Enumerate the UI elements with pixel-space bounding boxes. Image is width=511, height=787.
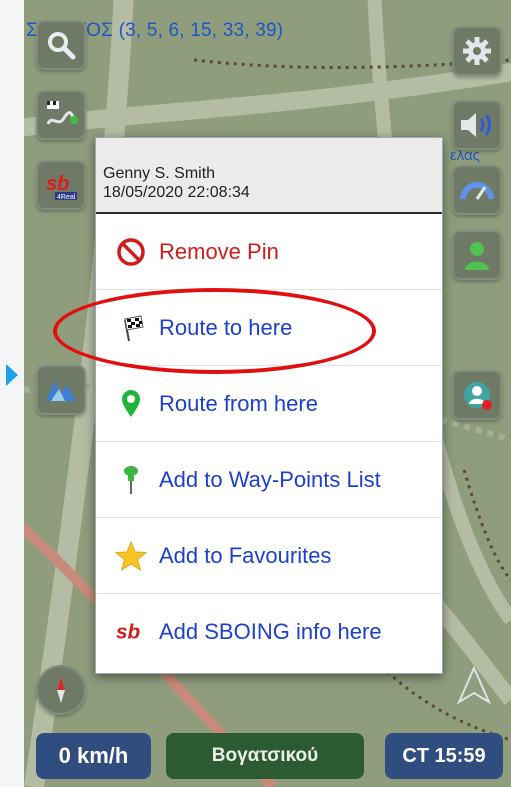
push-pin-icon	[115, 464, 147, 496]
user-icon	[462, 239, 492, 271]
search-icon	[46, 30, 76, 60]
menu-item-add-sboing-info[interactable]: sb Add SBOING info here	[96, 594, 442, 670]
sboing-logo-icon: sb	[115, 616, 147, 648]
svg-text:sb: sb	[116, 621, 141, 644]
meeting-button[interactable]	[452, 370, 502, 420]
menu-item-label: Add SBOING info here	[159, 619, 382, 644]
checkered-flag-icon	[115, 312, 147, 344]
sboing-4real-icon: sb 4Real	[43, 168, 79, 202]
user-button[interactable]	[452, 230, 502, 280]
pin-info-header: Genny S. Smith 18/05/2020 22:08:34	[96, 138, 442, 214]
menu-item-label: Route to here	[159, 314, 293, 340]
speedometer-icon	[460, 175, 494, 205]
sboing-button[interactable]: sb 4Real	[36, 160, 86, 210]
poi-icon	[43, 375, 79, 405]
screen: ΣΤΥΡΓΟΣ (3, 5, 6, 15, 33, 39) ελας sb 4Re…	[0, 0, 511, 787]
route-icon	[44, 98, 78, 132]
menu-item-add-waypoint[interactable]: Add to Way-Points List	[96, 442, 442, 518]
pin-timestamp: 18/05/2020 22:08:34	[103, 184, 250, 201]
menu-item-add-favourites[interactable]: Add to Favourites	[96, 518, 442, 594]
menu-item-route-to-here[interactable]: Route to here	[96, 290, 442, 366]
menu-item-label: Route from here	[159, 390, 318, 416]
menu-item-route-from-here[interactable]: Route from here	[96, 366, 442, 442]
current-street-display[interactable]: Βογατσικού	[166, 733, 364, 779]
left-decoration	[0, 0, 24, 787]
volume-button[interactable]	[452, 100, 502, 150]
compass-button[interactable]	[36, 665, 86, 715]
menu-item-remove-pin[interactable]: Remove Pin	[96, 214, 442, 290]
menu-item-label: Remove Pin	[159, 238, 279, 264]
poi-button[interactable]	[36, 365, 86, 415]
time-display: CT 15:59	[385, 733, 503, 779]
menu-item-label: Add to Way-Points List	[159, 466, 381, 492]
meeting-icon	[460, 378, 494, 412]
menu-item-label: Add to Favourites	[159, 542, 332, 568]
search-button[interactable]	[36, 20, 86, 70]
gear-icon	[462, 36, 492, 66]
settings-button[interactable]	[452, 26, 502, 76]
map-pin-icon	[115, 388, 147, 420]
no-entry-icon	[115, 236, 147, 268]
star-icon	[115, 540, 147, 572]
svg-text:4Real: 4Real	[57, 194, 76, 201]
pin-context-menu: Genny S. Smith 18/05/2020 22:08:34 Remov…	[95, 137, 443, 674]
speaker-icon	[458, 110, 496, 140]
navigate-button[interactable]	[449, 660, 499, 710]
navigate-arrow-icon	[456, 665, 492, 705]
compass-icon	[46, 675, 76, 705]
svg-text:sb: sb	[46, 173, 69, 195]
left-arrow-icon	[6, 364, 18, 386]
route-button[interactable]	[36, 90, 86, 140]
speedometer-button[interactable]	[452, 165, 502, 215]
pin-author: Genny S. Smith	[103, 165, 216, 182]
speed-display: 0 km/h	[36, 733, 151, 779]
